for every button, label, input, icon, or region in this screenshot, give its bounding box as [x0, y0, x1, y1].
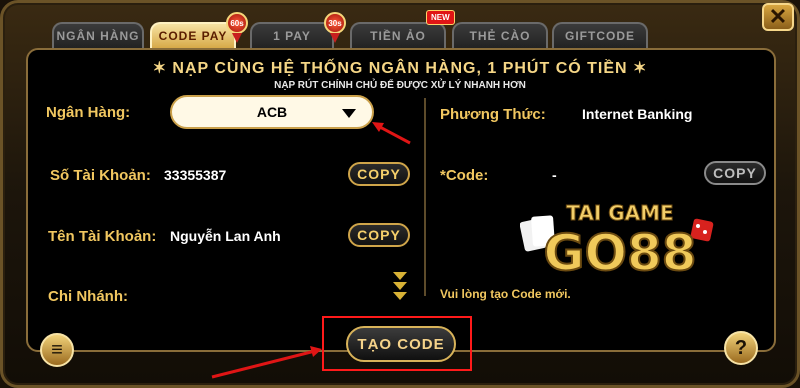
annotation-arrows	[211, 122, 411, 379]
